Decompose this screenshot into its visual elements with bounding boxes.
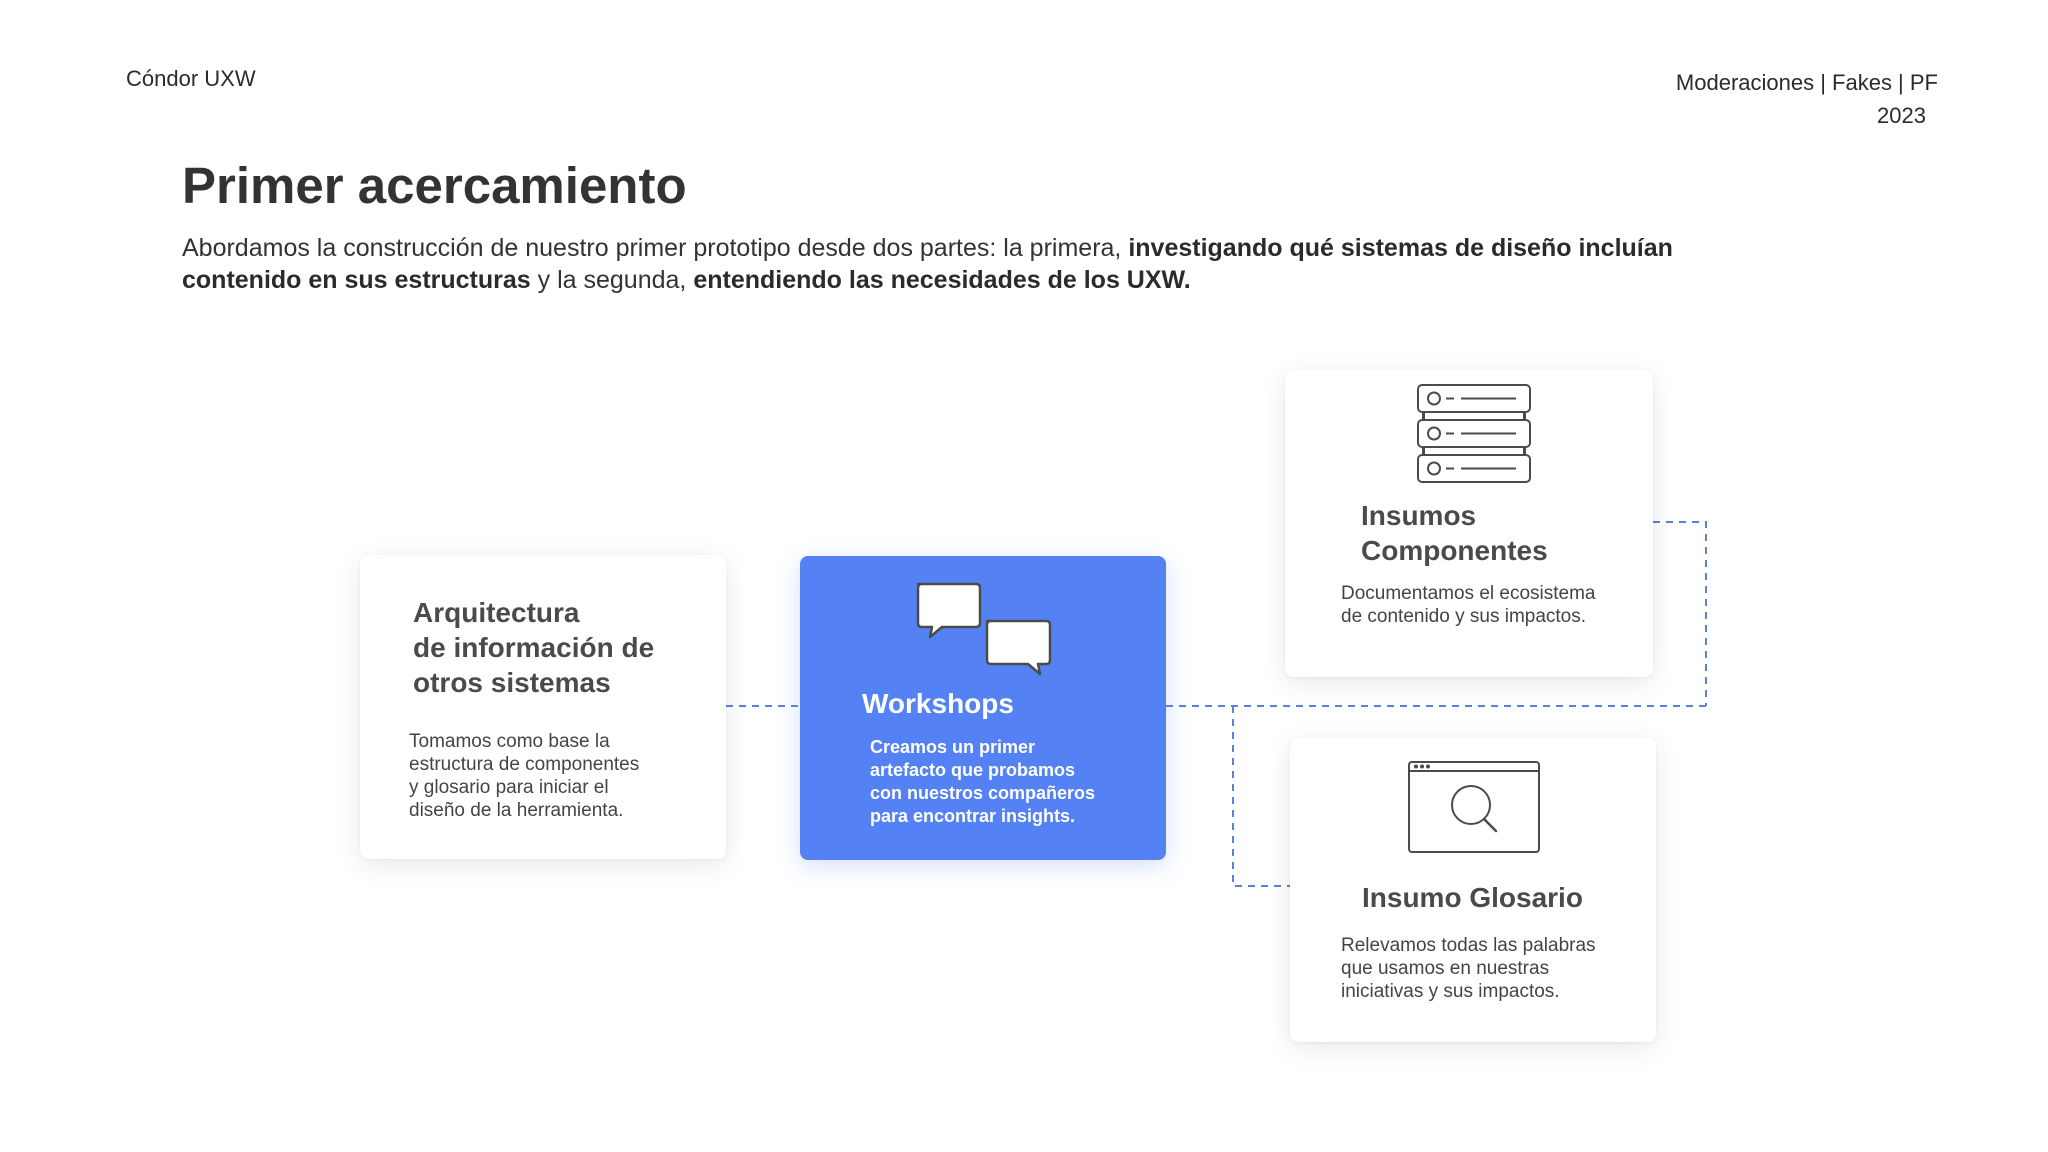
card-arquitectura: Arquitectura de información de otros sis… bbox=[360, 555, 726, 859]
card-glosario-title: Insumo Glosario bbox=[1362, 882, 1583, 913]
card-componentes-desc: Documentamos el ecosistema de contenido … bbox=[1341, 583, 1596, 627]
card-glosario: Insumo Glosario Relevamos todas las pala… bbox=[1290, 738, 1656, 1042]
card-glosario-desc: Relevamos todas las palabras que usamos … bbox=[1341, 935, 1596, 1002]
chat-bubbles-icon bbox=[916, 582, 1052, 676]
browser-search-icon bbox=[1408, 761, 1540, 853]
card-workshops: Workshops Creamos un primer artefacto qu… bbox=[800, 556, 1166, 860]
card-arquitectura-desc: Tomamos como base la estructura de compo… bbox=[409, 731, 640, 821]
server-stack-icon bbox=[1417, 384, 1531, 483]
connector-glosario bbox=[1232, 706, 1290, 887]
card-componentes-title: Insumos Componentes bbox=[1361, 500, 1548, 566]
card-componentes: Insumos Componentes Documentamos el ecos… bbox=[1285, 370, 1653, 677]
connector-componentes bbox=[1653, 521, 1707, 706]
card-arquitectura-title: Arquitectura de información de otros sis… bbox=[413, 597, 655, 698]
card-workshops-desc: Creamos un primer artefacto que probamos… bbox=[870, 737, 1096, 826]
card-workshops-title: Workshops bbox=[862, 688, 1014, 719]
